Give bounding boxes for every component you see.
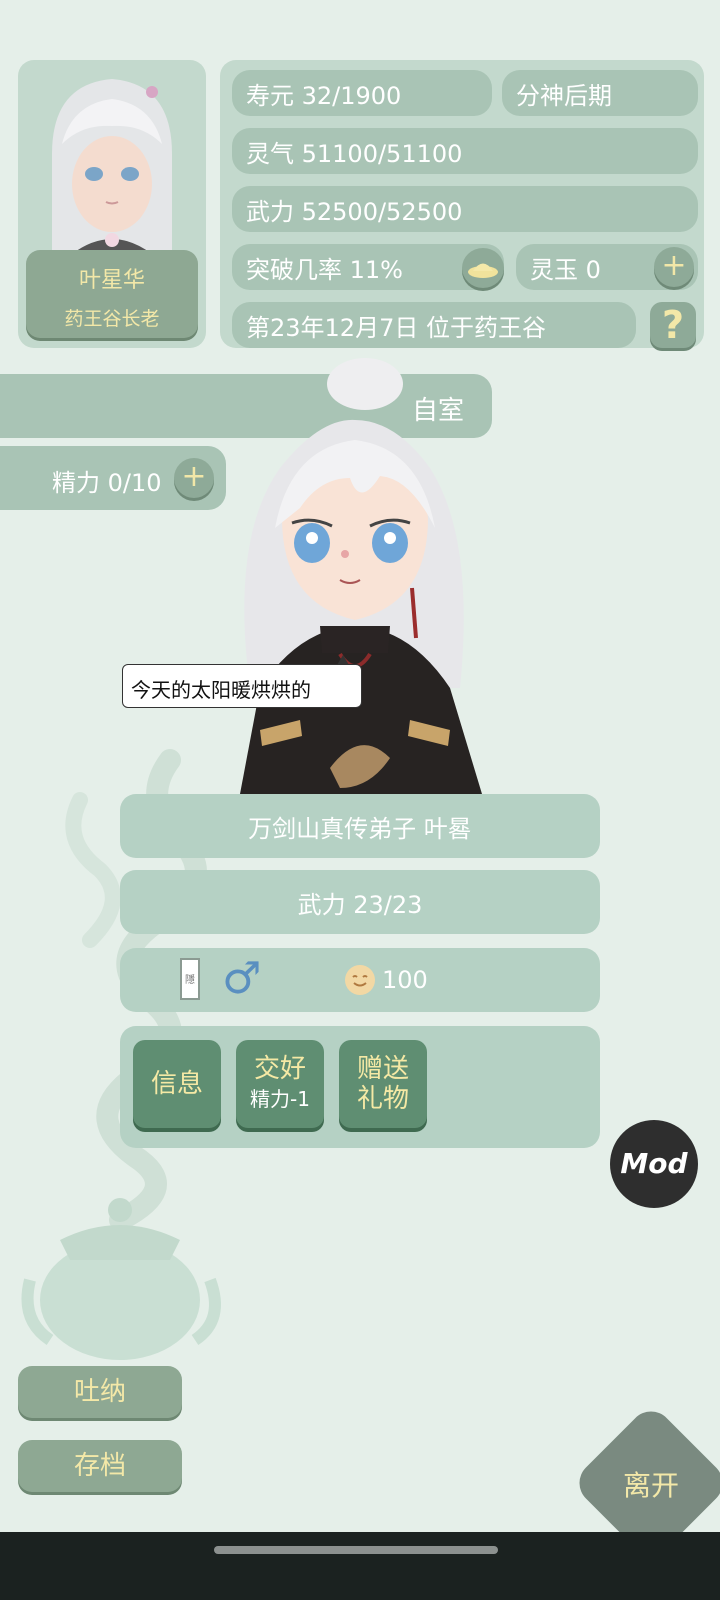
add-energy-button[interactable]: + <box>174 458 214 498</box>
npc-character-portrait[interactable] <box>220 358 490 794</box>
pill-icon <box>468 263 498 278</box>
npc-force: 武力 23/23 <box>120 870 600 934</box>
system-nav-bar <box>0 1532 720 1600</box>
player-portrait <box>52 79 172 254</box>
breakthrough-pill-button[interactable] <box>462 248 504 288</box>
player-portrait-card: 叶星华 药王谷长老 <box>18 60 206 348</box>
force-stat: 武力 52500/52500 <box>232 186 698 232</box>
qi-stat: 灵气 51100/51100 <box>232 128 698 174</box>
befriend-button[interactable]: 交好 精力-1 <box>236 1040 324 1128</box>
speech-text: 今天的太阳暖烘烘的 <box>131 678 311 702</box>
info-button[interactable]: 信息 <box>133 1040 221 1128</box>
home-indicator[interactable] <box>214 1546 498 1554</box>
mod-button-label: Mod <box>620 1147 688 1180</box>
save-button[interactable]: 存档 <box>18 1440 182 1492</box>
npc-card-icon: 隱 <box>180 958 200 1000</box>
info-button-label: 信息 <box>150 1069 203 1099</box>
gift-button[interactable]: 赠送 礼物 <box>339 1040 427 1128</box>
befriend-cost-label: 精力-1 <box>250 1087 310 1111</box>
breakthrough-label: 突破几率 11% <box>246 255 403 284</box>
add-spirit-jade-button[interactable]: + <box>654 247 694 287</box>
npc-card-text: 隱 <box>185 975 195 986</box>
npc-speech-bubble: 今天的太阳暖烘烘的 <box>122 655 362 708</box>
spirit-jade-label: 灵玉 0 <box>530 255 601 284</box>
lifespan-stat: 寿元 32/1900 <box>232 70 492 116</box>
realm-stat: 分神后期 <box>502 70 698 116</box>
mod-button[interactable]: Mod <box>610 1120 698 1208</box>
date-location: 第23年12月7日 位于药王谷 <box>232 302 636 348</box>
help-button[interactable]: ? <box>650 302 696 348</box>
npc-name-title: 万剑山真传弟子 叶晷 <box>120 794 600 858</box>
gift-button-label-line2: 礼物 <box>356 1084 409 1114</box>
meditate-button[interactable]: 吐纳 <box>18 1366 182 1418</box>
player-name: 叶星华 <box>78 268 145 293</box>
npc-attributes-row: 隱 ♂ 100 <box>120 948 600 1012</box>
gift-button-label-line1: 赠送 <box>356 1054 409 1084</box>
mood-smile-icon <box>345 965 375 995</box>
befriend-button-label: 交好 <box>253 1054 306 1084</box>
speech-bubble-tail <box>337 655 349 665</box>
player-title: 药王谷长老 <box>64 308 160 330</box>
player-name-plate[interactable]: 叶星华 药王谷长老 <box>26 250 198 338</box>
mood-value: 100 <box>382 966 428 994</box>
energy-label: 精力 0/10 <box>52 469 162 497</box>
help-icon: ? <box>661 303 685 347</box>
male-icon: ♂ <box>222 953 262 1004</box>
leave-button-label: 离开 <box>622 1469 679 1502</box>
